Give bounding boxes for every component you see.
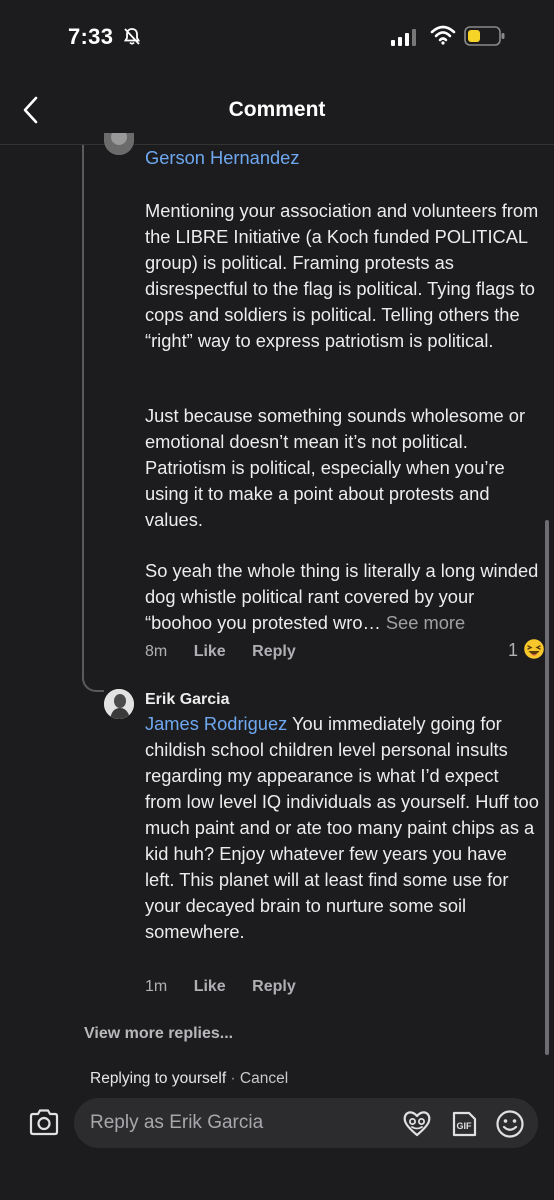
battery-icon: [464, 26, 505, 46]
scrollbar[interactable]: [545, 520, 549, 1055]
comment-paragraph: Just because something sounds wholesome …: [145, 405, 526, 530]
svg-text:GIF: GIF: [457, 1121, 473, 1131]
comment-time: 8m: [145, 643, 168, 660]
avatar[interactable]: [104, 689, 134, 719]
gif-icon[interactable]: GIF: [450, 1110, 478, 1138]
mention-link[interactable]: Gerson Hernandez: [145, 147, 299, 169]
header: Comment: [0, 70, 554, 145]
reply-button[interactable]: Reply: [252, 978, 296, 995]
reaction-count[interactable]: 1: [508, 640, 518, 661]
avatar[interactable]: [104, 133, 134, 155]
emoji-icon[interactable]: [495, 1109, 525, 1139]
comment-paragraph: Mentioning your association and voluntee…: [145, 200, 539, 351]
comment-text: You immediately going for childish schoo…: [145, 713, 539, 942]
laughing-emoji-icon[interactable]: [522, 637, 546, 661]
comment-author[interactable]: Erik Garcia: [145, 691, 230, 709]
comment-text: So yeah the whole thing is literally a l…: [145, 560, 539, 633]
comment-time: 1m: [145, 978, 168, 995]
comment-body: James Rodriguez You immediately going fo…: [145, 711, 540, 945]
like-button[interactable]: Like: [194, 978, 226, 995]
reply-button[interactable]: Reply: [252, 643, 296, 660]
view-more-replies-link[interactable]: View more replies...: [84, 1025, 233, 1043]
page-title: Comment: [228, 98, 326, 121]
wifi-icon: [430, 25, 456, 45]
sticker-icon[interactable]: [402, 1110, 432, 1138]
reply-bar: Replying to yourself · Cancel GIF: [0, 1058, 554, 1200]
status-bar: 7:33: [0, 0, 554, 70]
comment-paragraph-truncated: So yeah the whole thing is literally a l…: [145, 558, 540, 636]
replying-to-text: Replying to yourself: [90, 1070, 227, 1087]
replying-to-label: Replying to yourself · Cancel: [90, 1070, 288, 1088]
thread-connector: [82, 660, 104, 692]
comment-actions: 8m Like Reply: [145, 643, 296, 661]
see-more-link[interactable]: See more: [386, 612, 465, 633]
bell-slash-icon: [123, 28, 141, 45]
signal-icon: [391, 29, 416, 46]
like-button[interactable]: Like: [194, 643, 226, 660]
cancel-reply-button[interactable]: Cancel: [240, 1070, 288, 1087]
thread-line: [82, 145, 84, 680]
camera-icon[interactable]: [28, 1108, 60, 1136]
mention-link[interactable]: James Rodriguez: [145, 713, 287, 734]
separator: ·: [226, 1070, 240, 1087]
comment-actions: 1m Like Reply: [145, 978, 296, 996]
status-time: 7:33: [68, 24, 114, 49]
